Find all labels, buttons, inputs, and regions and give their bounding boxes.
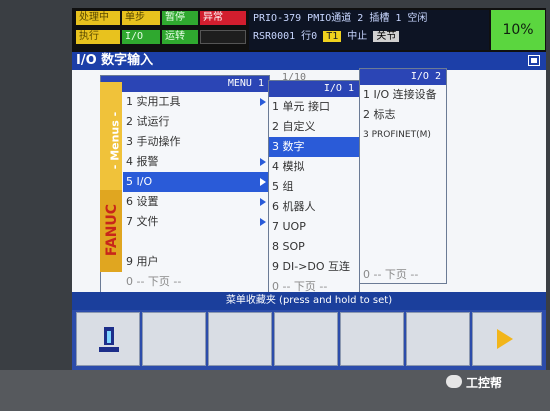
io-item-sop[interactable]: 8 SOP (269, 237, 359, 257)
status-led-blank (200, 30, 246, 44)
menu-item-next-page[interactable]: 0 -- 下页 -- (123, 272, 269, 292)
io-submenu-2-header: I/O 2 (360, 69, 446, 85)
status-led-run: 执行 (76, 30, 120, 44)
menu-item-io[interactable]: 5 I/O (123, 172, 269, 192)
program-state: 中止 (347, 31, 368, 42)
io2-item-6 (360, 185, 446, 205)
fkey-5[interactable] (340, 312, 404, 366)
chevron-right-icon (260, 158, 266, 166)
io2-item-7 (360, 205, 446, 225)
menu-item-user[interactable]: 9 用户 (123, 252, 269, 272)
chevron-right-icon (260, 218, 266, 226)
io2-item-next-page[interactable]: 0 -- 下页 -- (360, 265, 446, 285)
fkey-1[interactable] (76, 312, 140, 366)
io-item-custom[interactable]: 2 自定义 (269, 117, 359, 137)
io-item-group[interactable]: 5 组 (269, 177, 359, 197)
chevron-right-icon (260, 178, 266, 186)
io-submenu-1-header: I/O 1 (269, 81, 359, 97)
coord-badge: 关节 (373, 31, 400, 42)
fanuc-logo: FANUC (104, 203, 120, 257)
menu-item-blank (123, 232, 269, 252)
menu-item-test-cycle[interactable]: 2 试运行 (123, 112, 269, 132)
watermark-text: 工控帮 (466, 376, 503, 390)
menu-item-utilities[interactable]: 1 实用工具 (123, 92, 269, 112)
io-item-digital[interactable]: 3 数字 (269, 137, 359, 157)
menu-item-alarm[interactable]: 4 报警 (123, 152, 269, 172)
io2-item-5 (360, 165, 446, 185)
fkey-next[interactable] (472, 312, 542, 366)
io2-item-8 (360, 225, 446, 245)
chevron-right-icon (260, 198, 266, 206)
fkey-6[interactable] (406, 312, 470, 366)
io-submenu-2: I/O 2 1 I/O 连接设备 2 标志 3 PROFINET(M) 0 --… (359, 68, 447, 284)
io-item-di-do-interconnect[interactable]: 9 DI->DO 互连 (269, 257, 359, 277)
io2-item-flag[interactable]: 2 标志 (360, 105, 446, 125)
status-led-io: I/O (122, 30, 160, 44)
wechat-icon (446, 375, 462, 388)
fkey-4[interactable] (274, 312, 338, 366)
status-led-hold: 暂停 (162, 11, 198, 25)
io2-item-4 (360, 145, 446, 165)
fanuc-logo-strip: FANUC (100, 190, 122, 272)
screen-title: I/O 数字输入 (72, 52, 546, 70)
robot-io-icon (99, 325, 119, 353)
status-strip: 处理中 单步 暂停 异常 执行 I/O 运转 PRIO-379 PMIO通道 2… (72, 8, 546, 52)
program-status-line2: RSR0001 行0 T1 中止 关节 (253, 28, 489, 46)
status-led-step: 单步 (122, 11, 160, 25)
io-submenu-1: I/O 1 1 单元 接口 2 自定义 3 数字 4 模拟 5 组 6 机器人 … (268, 80, 360, 298)
program-status-line1: PRIO-379 PMIO通道 2 插槽 1 空闲 (253, 13, 428, 24)
program-line-label: RSR0001 行0 (253, 31, 318, 42)
function-key-bar (72, 310, 546, 370)
pendant-screen: 处理中 单步 暂停 异常 执行 I/O 运转 PRIO-379 PMIO通道 2… (72, 8, 546, 370)
menu-item-file[interactable]: 7 文件 (123, 212, 269, 232)
next-arrow-icon (497, 329, 513, 349)
io-item-robot[interactable]: 6 机器人 (269, 197, 359, 217)
mode-t1-badge: T1 (323, 31, 342, 42)
io-item-analog[interactable]: 4 模拟 (269, 157, 359, 177)
status-led-busy: 处理中 (76, 11, 120, 25)
status-led-fault: 异常 (200, 11, 246, 25)
program-status: PRIO-379 PMIO通道 2 插槽 1 空闲 RSR0001 行0 T1 … (249, 10, 489, 50)
fkey-3[interactable] (208, 312, 272, 366)
menu-item-setup[interactable]: 6 设置 (123, 192, 269, 212)
menus-side-label: - Menus - (108, 111, 122, 170)
fkey-2[interactable] (142, 312, 206, 366)
io2-item-profinet[interactable]: 3 PROFINET(M) (360, 125, 446, 145)
override-percent[interactable]: 10% (491, 10, 545, 50)
chevron-right-icon (260, 98, 266, 106)
io2-item-link-device[interactable]: 1 I/O 连接设备 (360, 85, 446, 105)
io-item-uop[interactable]: 7 UOP (269, 217, 359, 237)
window-icon[interactable] (528, 55, 540, 66)
menu-favorites-bar[interactable]: 菜单收藏夹 (press and hold to set) (72, 292, 546, 310)
io2-item-9 (360, 245, 446, 265)
io-item-cell-interface[interactable]: 1 单元 接口 (269, 97, 359, 117)
menu-item-manual-fctns[interactable]: 3 手动操作 (123, 132, 269, 152)
main-menu: MENU 1 1 实用工具 2 试运行 3 手动操作 4 报警 5 I/O 6 … (100, 75, 270, 293)
main-menu-header: MENU 1 (101, 76, 269, 92)
screen-title-text: I/O 数字输入 (76, 53, 154, 68)
status-led-prod: 运转 (162, 30, 198, 44)
